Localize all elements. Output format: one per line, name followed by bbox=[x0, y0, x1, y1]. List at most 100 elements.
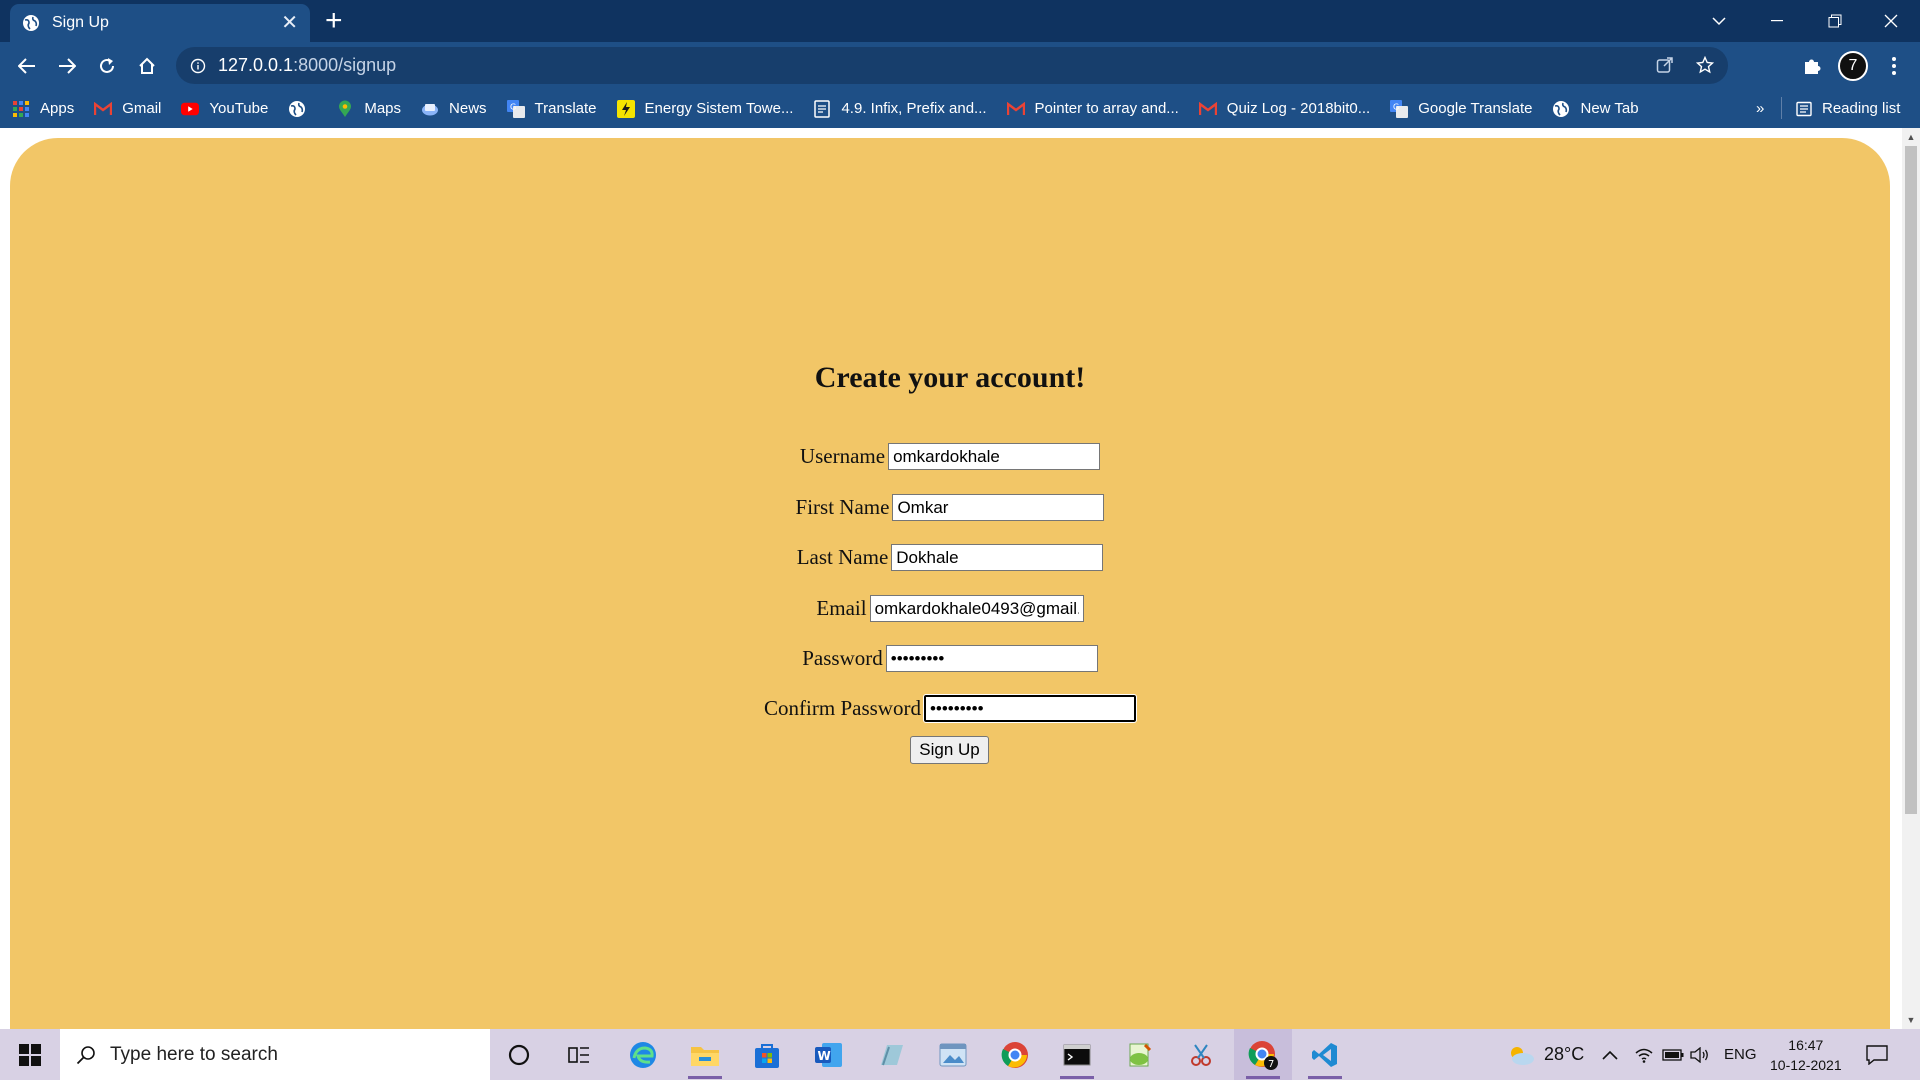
page-scrollbar[interactable]: ▲ ▼ bbox=[1902, 128, 1920, 1029]
word-icon[interactable]: W bbox=[800, 1029, 858, 1080]
notifications-icon[interactable] bbox=[1866, 1029, 1888, 1080]
share-icon[interactable] bbox=[1656, 56, 1674, 74]
bookmark-star-icon[interactable] bbox=[1696, 56, 1714, 74]
sign-up-button[interactable]: Sign Up bbox=[910, 736, 989, 764]
profile-avatar[interactable]: 7 bbox=[1838, 51, 1868, 81]
tab-sign-up[interactable]: Sign Up ✕ bbox=[10, 4, 310, 42]
chrome-profile-icon[interactable] bbox=[986, 1029, 1044, 1080]
notepad-plus-plus-icon[interactable] bbox=[1110, 1029, 1168, 1080]
translate-icon: G bbox=[506, 99, 525, 118]
url-text: 127.0.0.1:8000/signup bbox=[218, 55, 397, 75]
globe-icon bbox=[1552, 100, 1570, 118]
apps-grid-icon bbox=[12, 100, 30, 118]
close-window-icon[interactable] bbox=[1862, 0, 1920, 42]
email-label: Email bbox=[816, 596, 867, 620]
first-name-row: First Name bbox=[10, 494, 1890, 521]
file-explorer-icon[interactable] bbox=[676, 1029, 734, 1080]
confirm-password-input[interactable] bbox=[922, 694, 1137, 723]
tab-search-chevron-icon[interactable] bbox=[1690, 0, 1748, 42]
bookmark-globe[interactable] bbox=[288, 100, 316, 118]
password-label: Password bbox=[802, 646, 883, 670]
bookmark-translate[interactable]: G Translate bbox=[506, 99, 597, 118]
edge-icon[interactable] bbox=[614, 1029, 672, 1080]
tab-close-icon[interactable]: ✕ bbox=[281, 13, 298, 33]
reading-list-icon bbox=[1796, 101, 1812, 116]
last-name-label: Last Name bbox=[796, 545, 889, 569]
document-icon bbox=[813, 99, 831, 118]
task-view-icon[interactable] bbox=[550, 1029, 608, 1080]
notes-app-icon[interactable] bbox=[862, 1029, 920, 1080]
terminal-icon[interactable] bbox=[1048, 1029, 1106, 1080]
bookmark-gmail[interactable]: Gmail bbox=[94, 100, 161, 118]
bookmark-apps[interactable]: Apps bbox=[12, 100, 74, 118]
volume-icon[interactable] bbox=[1690, 1029, 1710, 1080]
scroll-down-arrow-icon[interactable]: ▼ bbox=[1905, 1014, 1917, 1026]
password-input[interactable] bbox=[885, 645, 1098, 672]
partly-cloudy-icon bbox=[1511, 1046, 1534, 1065]
new-tab-plus-icon[interactable]: + bbox=[325, 6, 343, 36]
scrollbar-thumb[interactable] bbox=[1905, 146, 1917, 814]
clock-date: 10-12-2021 bbox=[1770, 1056, 1842, 1073]
tab-title: Sign Up bbox=[52, 14, 109, 31]
chrome-active-icon[interactable]: 7 bbox=[1234, 1029, 1292, 1080]
svg-text:W: W bbox=[818, 1049, 831, 1063]
weather-temperature: 28°C bbox=[1544, 1044, 1585, 1064]
microsoft-store-icon[interactable] bbox=[738, 1029, 796, 1080]
forward-arrow-icon[interactable] bbox=[51, 50, 83, 82]
snipping-tool-icon[interactable] bbox=[1172, 1029, 1230, 1080]
more-bookmarks-chevron-icon[interactable]: » bbox=[1756, 89, 1764, 128]
home-icon[interactable] bbox=[131, 50, 163, 82]
reload-icon[interactable] bbox=[91, 50, 123, 82]
cortana-icon[interactable] bbox=[490, 1029, 548, 1080]
email-input[interactable] bbox=[869, 595, 1084, 622]
bookmark-maps[interactable]: Maps bbox=[336, 100, 401, 118]
last-name-input[interactable] bbox=[891, 544, 1104, 571]
first-name-input[interactable] bbox=[892, 494, 1105, 521]
gmail-icon bbox=[1006, 100, 1025, 118]
tray-overflow-chevron-icon[interactable] bbox=[1602, 1029, 1618, 1080]
windows-logo-icon bbox=[19, 1043, 41, 1066]
bookmark-youtube[interactable]: YouTube bbox=[181, 100, 268, 118]
image-viewer-icon[interactable] bbox=[924, 1029, 982, 1080]
page-title: Create your account! bbox=[814, 361, 1086, 394]
svg-text:7: 7 bbox=[1268, 1059, 1274, 1070]
bookmark-infix-prefix[interactable]: 4.9. Infix, Prefix and... bbox=[813, 99, 987, 118]
energy-icon bbox=[616, 99, 635, 118]
bookmarks-bar: Apps Gmail YouTube Maps News G Translate … bbox=[0, 89, 1920, 128]
search-placeholder: Type here to search bbox=[110, 1043, 278, 1065]
battery-icon[interactable] bbox=[1662, 1029, 1684, 1080]
reading-list-button[interactable]: Reading list bbox=[1796, 89, 1900, 128]
bookmark-energy-sistem[interactable]: Energy Sistem Towe... bbox=[616, 99, 793, 118]
windows-taskbar: Type here to search W 7 28°C ENG 16:47 1… bbox=[0, 1029, 1920, 1080]
weather-widget[interactable]: 28°C bbox=[1506, 1029, 1584, 1080]
username-input[interactable] bbox=[888, 443, 1101, 470]
restore-icon[interactable] bbox=[1806, 0, 1864, 42]
bookmark-quiz-log[interactable]: Quiz Log - 2018bit0... bbox=[1198, 100, 1370, 118]
address-bar[interactable]: 127.0.0.1:8000/signup bbox=[176, 47, 1728, 84]
bookmark-pointer-to-array[interactable]: Pointer to array and... bbox=[1006, 100, 1179, 118]
svg-text:G: G bbox=[1393, 102, 1399, 111]
bookmark-new-tab[interactable]: New Tab bbox=[1552, 100, 1639, 118]
more-menu-icon[interactable] bbox=[1878, 50, 1910, 82]
site-info-icon[interactable] bbox=[190, 58, 206, 74]
username-row: Username bbox=[10, 443, 1890, 470]
gmail-icon bbox=[94, 100, 113, 118]
bookmark-google-translate[interactable]: G Google Translate bbox=[1390, 99, 1532, 118]
scroll-up-arrow-icon[interactable]: ▲ bbox=[1905, 131, 1917, 143]
maps-pin-icon bbox=[336, 100, 354, 118]
taskbar-search-box[interactable]: Type here to search bbox=[60, 1029, 490, 1080]
bookmark-news[interactable]: News bbox=[421, 100, 487, 118]
signup-page-background: Create your account! Username First Name… bbox=[10, 138, 1890, 1029]
first-name-label: First Name bbox=[795, 495, 890, 519]
back-arrow-icon[interactable] bbox=[11, 50, 43, 82]
start-button[interactable] bbox=[0, 1029, 60, 1080]
youtube-icon bbox=[181, 100, 200, 118]
gmail-icon bbox=[1198, 100, 1217, 118]
clock[interactable]: 16:47 10-12-2021 bbox=[1770, 1029, 1842, 1080]
extensions-puzzle-icon[interactable] bbox=[1796, 50, 1828, 82]
minimize-icon[interactable] bbox=[1748, 0, 1806, 42]
language-indicator[interactable]: ENG bbox=[1724, 1029, 1757, 1080]
vscode-icon[interactable] bbox=[1296, 1029, 1354, 1080]
wifi-icon[interactable] bbox=[1634, 1029, 1654, 1080]
last-name-row: Last Name bbox=[10, 544, 1890, 571]
